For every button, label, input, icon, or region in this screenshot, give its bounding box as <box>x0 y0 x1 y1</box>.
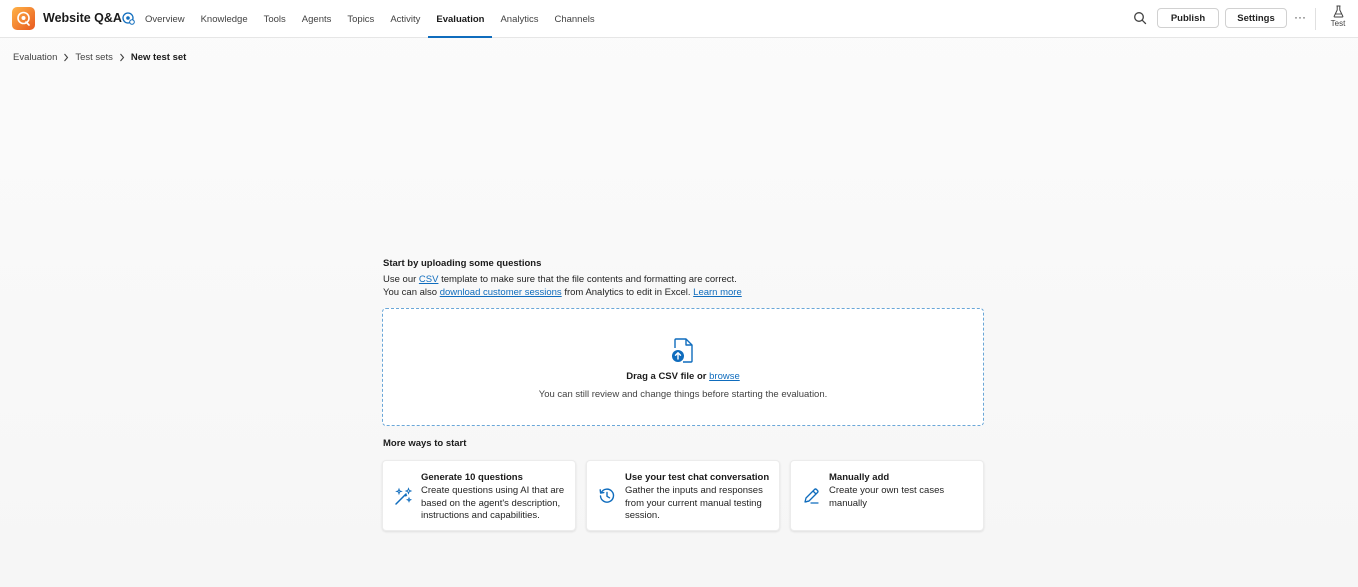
download-sessions-link[interactable]: download customer sessions <box>440 287 562 298</box>
breadcrumb-evaluation[interactable]: Evaluation <box>13 52 57 63</box>
tab-tools[interactable]: Tools <box>256 0 294 38</box>
breadcrumb-test-sets[interactable]: Test sets <box>75 52 113 63</box>
tab-overview[interactable]: Overview <box>137 0 193 38</box>
tab-knowledge[interactable]: Knowledge <box>193 0 256 38</box>
intro-line-2-prefix: You can also <box>383 287 440 298</box>
main-nav: Overview Knowledge Tools Agents Topics A… <box>137 0 603 38</box>
manually-add-card[interactable]: Manually add Create your own test cases … <box>790 460 984 531</box>
more-options-icon[interactable]: ··· <box>1294 10 1306 24</box>
agent-settings-icon[interactable] <box>121 11 135 28</box>
csv-template-link[interactable]: CSV <box>419 274 439 285</box>
breadcrumb-current: New test set <box>130 52 187 63</box>
file-upload-icon <box>671 337 695 367</box>
card-title: Manually add <box>829 472 890 483</box>
test-chat-card[interactable]: Use your test chat conversation Gather t… <box>586 460 780 531</box>
csv-dropzone[interactable]: Drag a CSV file or browse You can still … <box>382 308 984 426</box>
card-title: Use your test chat conversation <box>625 472 770 483</box>
chevron-right-icon <box>119 53 125 62</box>
breadcrumb: Evaluation Test sets New test set <box>13 52 186 63</box>
upload-intro: Start by uploading some questions Use ou… <box>383 258 983 299</box>
chevron-right-icon <box>63 53 69 62</box>
card-title: Generate 10 questions <box>421 472 523 483</box>
intro-line-2: You can also download customer sessions … <box>383 286 983 299</box>
card-description: Create questions using AI that are based… <box>421 485 565 522</box>
app-logo-icon <box>12 7 35 30</box>
magic-wand-icon <box>394 487 413 509</box>
intro-line-1-prefix: Use our <box>383 274 419 285</box>
tab-evaluation[interactable]: Evaluation <box>428 0 493 38</box>
flask-icon <box>1333 5 1343 18</box>
tab-topics[interactable]: Topics <box>339 0 382 38</box>
intro-line-1-suffix: template to make sure that the file cont… <box>438 274 737 285</box>
app-title: Website Q&A <box>43 11 122 25</box>
tab-channels[interactable]: Channels <box>546 0 602 38</box>
dropzone-title-text: Drag a CSV file or <box>626 371 710 382</box>
intro-heading: Start by uploading some questions <box>383 258 542 269</box>
tab-activity[interactable]: Activity <box>382 0 428 38</box>
card-description: Gather the inputs and responses from you… <box>625 485 763 522</box>
learn-more-link[interactable]: Learn more <box>693 287 742 298</box>
history-icon <box>598 487 616 508</box>
publish-button[interactable]: Publish <box>1157 8 1219 28</box>
intro-line-2-middle: from Analytics to edit in Excel. <box>561 287 694 298</box>
tab-agents[interactable]: Agents <box>294 0 340 38</box>
top-bar: Website Q&A Overview Knowledge Tools Age… <box>0 0 1358 38</box>
more-ways-heading: More ways to start <box>383 438 467 449</box>
search-icon[interactable] <box>1133 11 1147 28</box>
dropzone-title: Drag a CSV file or browse <box>383 371 983 382</box>
pen-icon <box>802 487 820 508</box>
intro-line-1: Use our CSV template to make sure that t… <box>383 273 983 286</box>
settings-button[interactable]: Settings <box>1225 8 1287 28</box>
toolbar-divider <box>1315 8 1316 30</box>
browse-link[interactable]: browse <box>709 371 740 382</box>
card-description: Create your own test cases manually <box>829 485 945 509</box>
test-button[interactable]: Test <box>1326 5 1350 33</box>
tab-analytics[interactable]: Analytics <box>492 0 546 38</box>
dropzone-subtitle: You can still review and change things b… <box>538 389 828 400</box>
generate-questions-card[interactable]: Generate 10 questions Create questions u… <box>382 460 576 531</box>
test-label: Test <box>1330 19 1346 28</box>
